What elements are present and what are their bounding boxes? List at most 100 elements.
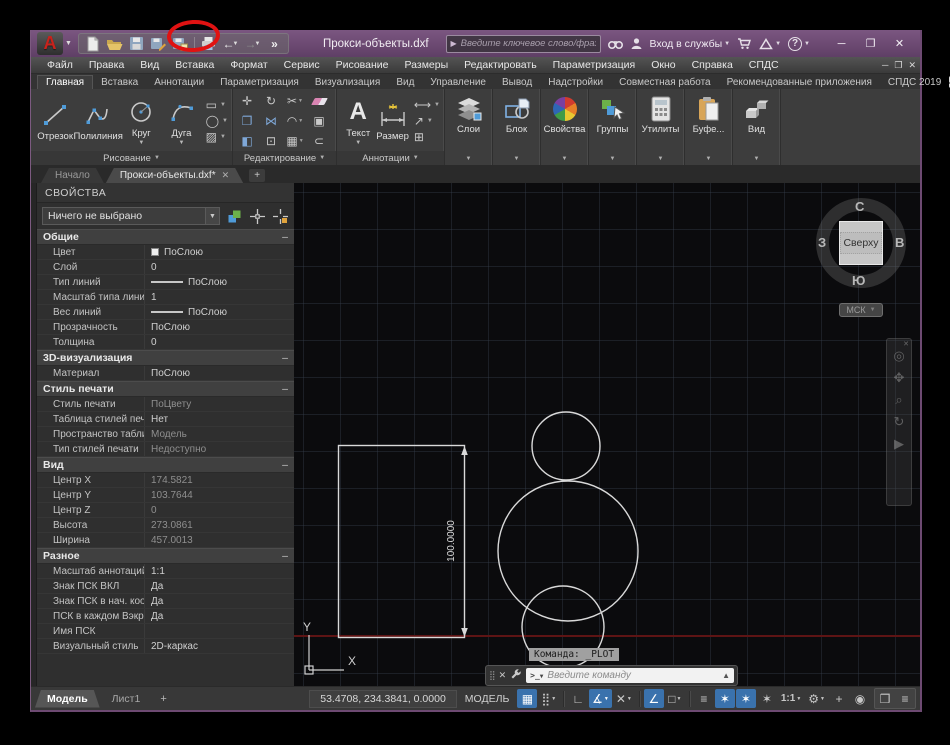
nav-orbit-icon[interactable]: ↻ bbox=[894, 415, 905, 428]
ribbon-tab-1[interactable]: Вставка bbox=[93, 76, 146, 89]
minimize-button[interactable]: ─ bbox=[827, 34, 856, 54]
viewcube-south[interactable]: Ю bbox=[852, 273, 865, 288]
batch-plot-icon[interactable] bbox=[170, 35, 191, 53]
model-tab[interactable]: Модель bbox=[35, 690, 100, 708]
file-tab-document[interactable]: Прокси-объекты.dxf* ✕ bbox=[106, 168, 243, 183]
command-grip-icon[interactable]: ⣿ bbox=[489, 670, 495, 681]
command-input[interactable]: >_▼ Введите команду ▲ bbox=[526, 668, 734, 683]
new-file-tab-button[interactable]: + bbox=[249, 169, 265, 182]
ribbon-tab-8[interactable]: Надстройки bbox=[540, 76, 611, 89]
menu-item-2[interactable]: Вид bbox=[132, 59, 167, 71]
property-value[interactable]: ПоСлою bbox=[145, 366, 294, 380]
mdi-button-2[interactable]: ✕ bbox=[908, 60, 916, 71]
quick-select-icon[interactable] bbox=[271, 208, 289, 224]
app-menu-dropdown-icon[interactable]: ▼ bbox=[65, 40, 72, 47]
rotate-icon[interactable]: ↻ bbox=[266, 94, 276, 108]
menu-item-7[interactable]: Размеры bbox=[397, 59, 457, 71]
circle-tool[interactable]: Круг▼ bbox=[121, 97, 161, 146]
ellipse-tool-icon[interactable]: ◯▼ bbox=[206, 114, 228, 128]
polyline-tool[interactable]: Полилиния bbox=[75, 100, 121, 142]
property-value[interactable]: Да bbox=[145, 594, 294, 608]
viewcube-face-top[interactable]: Сверху bbox=[839, 221, 883, 265]
collapse-icon[interactable]: – bbox=[282, 459, 288, 471]
ribbon-tab-2[interactable]: Аннотации bbox=[146, 76, 212, 89]
menu-item-11[interactable]: Справка bbox=[684, 59, 741, 71]
drawn-circle-top[interactable] bbox=[532, 412, 600, 480]
property-value[interactable]: ПоСлою bbox=[145, 245, 294, 259]
ortho-toggle-icon[interactable]: ∟ bbox=[568, 689, 588, 708]
property-value[interactable]: ПоСлою bbox=[145, 275, 294, 289]
trim-icon[interactable]: ✂▼ bbox=[287, 94, 303, 108]
nav-wheel-icon[interactable]: ◎ bbox=[893, 349, 904, 362]
mdi-button-1[interactable]: ❐ bbox=[894, 60, 902, 71]
clipboard-panel-dropdown-icon[interactable]: ▼ bbox=[706, 156, 712, 162]
isodraft-icon[interactable]: ✕▼ bbox=[613, 689, 635, 708]
command-prompt-icon[interactable]: >_▼ bbox=[530, 671, 543, 680]
exchange-apps-icon[interactable]: ▼ bbox=[759, 38, 781, 50]
erase-icon[interactable] bbox=[313, 98, 326, 105]
isolate-objects-icon[interactable]: ◉ bbox=[850, 689, 870, 708]
text-tool[interactable]: A Текст▼ bbox=[341, 97, 375, 146]
collapse-icon[interactable]: – bbox=[282, 383, 288, 395]
annotation-autoscale-icon[interactable]: ✶ bbox=[736, 689, 756, 708]
section-header-4[interactable]: Разное– bbox=[37, 548, 294, 564]
menu-item-8[interactable]: Редактировать bbox=[456, 59, 545, 71]
offset-icon[interactable]: ⊂ bbox=[314, 134, 324, 148]
ribbon-tab-5[interactable]: Вид bbox=[388, 76, 422, 89]
ribbon-tab-9[interactable]: Совместная работа bbox=[611, 76, 719, 89]
annotation-visibility-icon[interactable]: ✶ bbox=[715, 689, 735, 708]
layers-panel-dropdown-icon[interactable]: ▼ bbox=[466, 156, 472, 162]
ribbon-tab-3[interactable]: Параметризация bbox=[212, 76, 307, 89]
stretch-icon[interactable]: ◧ bbox=[241, 134, 252, 148]
menu-item-6[interactable]: Рисование bbox=[328, 59, 397, 71]
layout-tab[interactable]: Лист1 bbox=[100, 690, 153, 708]
binoculars-search-icon[interactable] bbox=[608, 38, 623, 50]
search-input[interactable]: ▶ Введите ключевое слово/фразу bbox=[446, 35, 601, 53]
qat-more-icon[interactable]: » bbox=[264, 35, 285, 53]
osnap-tracking-icon[interactable]: ∠ bbox=[644, 689, 664, 708]
scale-icon[interactable]: ⊡ bbox=[266, 134, 276, 148]
maximize-button[interactable]: ❐ bbox=[856, 34, 885, 54]
viewcube-north[interactable]: С bbox=[855, 199, 864, 214]
dimension-tool[interactable]: Размер bbox=[375, 100, 409, 142]
collapse-icon[interactable]: – bbox=[282, 231, 288, 243]
property-value[interactable]: 1:1 bbox=[145, 564, 294, 578]
utilities-panel-dropdown-icon[interactable]: ▼ bbox=[658, 156, 664, 162]
redo-icon[interactable]: →▼ bbox=[242, 35, 263, 53]
drawing-canvas[interactable]: 100.0000 Y X С В Ю bbox=[294, 183, 920, 686]
customization-menu-icon[interactable]: ≡ bbox=[895, 689, 915, 708]
save-as-icon[interactable] bbox=[148, 35, 169, 53]
hatch-tool-icon[interactable]: ▨▼ bbox=[206, 130, 228, 144]
property-value[interactable]: Да bbox=[145, 579, 294, 593]
navbar-close-icon[interactable]: ✕ bbox=[903, 340, 909, 348]
array-icon[interactable]: ▦▼ bbox=[286, 134, 303, 148]
linear-dim-icon[interactable]: ⟷▼ bbox=[414, 98, 440, 112]
close-button[interactable]: ✕ bbox=[885, 34, 914, 54]
panel-edit-label[interactable]: Редактирование▼ bbox=[233, 151, 336, 165]
snap-toggle-icon[interactable]: ⣿▼ bbox=[538, 689, 559, 708]
ribbon-tab-4[interactable]: Визуализация bbox=[307, 76, 388, 89]
move-icon[interactable]: ✛ bbox=[242, 94, 252, 108]
select-objects-icon[interactable] bbox=[248, 208, 266, 224]
menu-item-5[interactable]: Сервис bbox=[276, 59, 328, 71]
object-properties-panel[interactable]: Свойства ▼ bbox=[541, 89, 589, 165]
menu-item-0[interactable]: Файл bbox=[39, 59, 81, 71]
viewcube-east[interactable]: В bbox=[895, 235, 904, 250]
menu-item-3[interactable]: Вставка bbox=[167, 59, 222, 71]
command-tools-icon[interactable] bbox=[510, 667, 522, 685]
property-value[interactable] bbox=[145, 624, 294, 638]
copy-icon[interactable]: ❐ bbox=[242, 114, 253, 128]
navigation-bar[interactable]: ✕ ◎ ✥ ⌕ ↻ ▶ bbox=[886, 338, 912, 506]
explode-icon[interactable]: ▣ bbox=[313, 114, 324, 128]
panel-annotation-label[interactable]: Аннотации▼ bbox=[337, 151, 444, 165]
collapse-icon[interactable]: – bbox=[282, 352, 288, 364]
signin-button[interactable]: Вход в службы ▼ bbox=[650, 38, 731, 50]
help-button[interactable]: ? ▼ bbox=[788, 37, 810, 51]
app-store-cart-icon[interactable] bbox=[737, 37, 752, 50]
command-history-icon[interactable]: ▲ bbox=[722, 671, 730, 680]
ribbon-tab-7[interactable]: Вывод bbox=[494, 76, 540, 89]
mdi-button-0[interactable]: ─ bbox=[882, 60, 888, 71]
property-value[interactable]: ПоСлою bbox=[145, 320, 294, 334]
section-header-3[interactable]: Вид– bbox=[37, 457, 294, 473]
fillet-icon[interactable]: ◠▼ bbox=[287, 114, 303, 128]
